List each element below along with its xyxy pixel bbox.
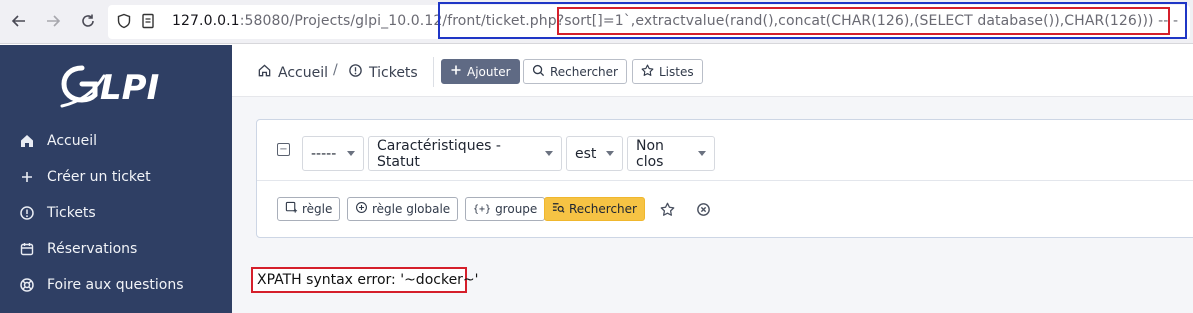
sidebar-item-faq[interactable]: Foire aux questions: [18, 274, 184, 296]
add-button-label: Ajouter: [467, 64, 511, 79]
star-icon: [641, 64, 654, 80]
calendar-icon: [18, 241, 35, 258]
home-icon: [18, 133, 35, 150]
sidebar-item-label: Créer un ticket: [47, 169, 151, 185]
search-icon: [532, 64, 545, 80]
header-divider: [433, 57, 434, 87]
url-host: 127.0.0.1: [172, 13, 240, 29]
sidebar-item-label: Réservations: [47, 241, 138, 257]
breadcrumb-home[interactable]: Accueil: [257, 63, 328, 82]
card-divider: [257, 180, 1193, 181]
back-arrow-icon[interactable]: [6, 8, 32, 34]
lists-button[interactable]: Listes: [632, 59, 703, 84]
chevron-down-icon: [606, 151, 614, 156]
field-select[interactable]: Caractéristiques - Statut: [368, 136, 562, 171]
glpi-logo[interactable]: LPI: [60, 62, 170, 110]
search-criteria-card: − ----- Caractéristiques - Statut est No…: [256, 119, 1193, 238]
sidebar-item-label: Foire aux questions: [47, 277, 184, 293]
alert-circle-icon: [348, 63, 363, 82]
plus-icon: [18, 169, 35, 186]
page-info-icon[interactable]: [140, 13, 156, 33]
braces-plus-icon: {+}: [473, 203, 492, 215]
add-rule-icon: [285, 201, 298, 217]
sidebar-item-tickets[interactable]: Tickets: [18, 202, 96, 224]
execute-search-label: Rechercher: [569, 202, 637, 216]
lists-button-label: Listes: [659, 64, 694, 79]
add-group-label: groupe: [495, 202, 538, 216]
breadcrumb-tickets-label: Tickets: [369, 64, 418, 81]
add-button[interactable]: Ajouter: [441, 59, 520, 84]
svg-text:LPI: LPI: [100, 68, 159, 108]
error-message: XPATH syntax error: '~docker~': [257, 272, 479, 288]
add-global-rule-button[interactable]: règle globale: [347, 197, 459, 221]
home-outline-icon: [257, 63, 272, 82]
sidebar-item-accueil[interactable]: Accueil: [18, 130, 97, 152]
link-select[interactable]: -----: [302, 136, 364, 171]
list-search-icon: [552, 201, 565, 217]
collapse-icon[interactable]: −: [277, 143, 290, 156]
sidebar-item-reservations[interactable]: Réservations: [18, 238, 137, 260]
url-query-highlight: [557, 7, 1170, 35]
search-button[interactable]: Rechercher: [523, 59, 627, 84]
add-rule-button[interactable]: règle: [277, 197, 341, 221]
breadcrumb-tickets[interactable]: Tickets: [348, 63, 418, 82]
search-button-label: Rechercher: [550, 64, 618, 79]
value-select-value: Non clos: [636, 137, 664, 170]
add-global-rule-label: règle globale: [372, 202, 451, 216]
browser-toolbar: 127.0.0.1:58080/Projects/glpi_10.0.12/fr…: [0, 0, 1193, 44]
add-group-button[interactable]: {+} groupe: [465, 197, 546, 221]
shield-icon[interactable]: [116, 13, 132, 33]
reload-icon[interactable]: [75, 8, 101, 34]
chevron-down-icon: [347, 151, 355, 156]
error-message-highlight: XPATH syntax error: '~docker~': [251, 267, 479, 293]
operator-select-value: est: [575, 145, 597, 162]
lifebuoy-icon: [18, 277, 35, 294]
operator-select[interactable]: est: [566, 136, 623, 171]
execute-search-button[interactable]: Rechercher: [544, 197, 645, 221]
sidebar: LPI Accueil Créer un ticket Tickets Rése…: [0, 45, 232, 313]
page-header: Accueil / Tickets Ajouter Rechercher Lis…: [232, 45, 1193, 97]
link-select-value: -----: [311, 145, 337, 162]
reset-search-icon[interactable]: [694, 200, 712, 218]
sidebar-item-label: Accueil: [47, 133, 97, 149]
sidebar-item-label: Tickets: [47, 205, 96, 221]
breadcrumb-home-label: Accueil: [278, 64, 328, 81]
chevron-down-icon: [545, 151, 553, 156]
plus-circle-icon: [355, 201, 368, 217]
field-select-value: Caractéristiques - Statut: [377, 137, 501, 170]
chevron-down-icon: [698, 151, 706, 156]
forward-arrow-icon[interactable]: [40, 8, 66, 34]
sidebar-item-creer-ticket[interactable]: Créer un ticket: [18, 166, 151, 188]
save-search-star-icon[interactable]: [658, 200, 676, 218]
value-select[interactable]: Non clos: [627, 136, 715, 171]
plus-icon: [450, 64, 462, 79]
add-rule-label: règle: [302, 202, 333, 216]
alert-circle-icon: [18, 205, 35, 222]
breadcrumb-separator: /: [333, 62, 338, 78]
